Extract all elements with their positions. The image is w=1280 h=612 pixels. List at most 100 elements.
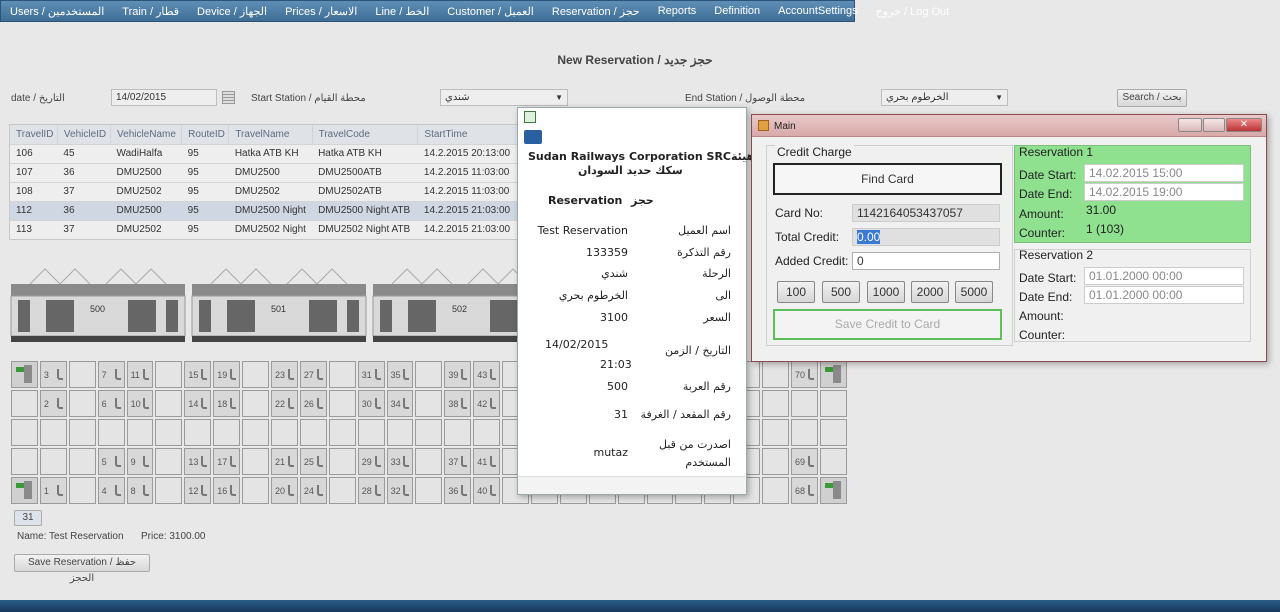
seat[interactable]: 27 [299,361,327,388]
menu-customer[interactable]: Customer / العميل [438,5,543,18]
seat[interactable]: 1 [39,477,67,504]
seat[interactable]: 29 [357,448,385,475]
seat[interactable]: 42 [473,390,501,417]
added-credit-field[interactable]: 0 [852,252,1000,270]
seat[interactable]: 20 [271,477,298,504]
empty-seat-slot [819,390,847,417]
seat[interactable]: 37 [444,448,472,475]
grid-header-travelid[interactable]: TravelID [10,125,58,144]
seat[interactable]: 32 [386,477,414,504]
seat[interactable]: 22 [271,390,298,417]
empty-seat-slot [415,390,443,417]
seat[interactable]: 5 [97,448,125,475]
seat[interactable]: 43 [473,361,501,388]
menu-reservation[interactable]: Reservation / حجز [543,5,649,18]
maximize-button[interactable] [1203,118,1225,132]
r1-date-start-field[interactable]: 14.02.2015 15:00 [1084,164,1244,182]
seat[interactable]: 10 [126,390,154,417]
menu-reports[interactable]: Reports [649,5,706,17]
save-credit-button[interactable]: Save Credit to Card [773,309,1002,340]
seat[interactable]: 33 [386,448,414,475]
grid-header-vehiclename[interactable]: VehicleName [110,125,183,144]
seat[interactable]: 35 [386,361,414,388]
amount-2000-button[interactable]: 2000 [911,281,949,303]
r2-date-start-field[interactable]: 01.01.2000 00:00 [1084,267,1244,285]
r1-date-end-field[interactable]: 14.02.2015 19:00 [1084,183,1244,201]
amount-5000-button[interactable]: 5000 [955,281,993,303]
seat[interactable]: 31 [357,361,385,388]
seat[interactable]: 68 [791,477,818,504]
seat[interactable]: 13 [184,448,212,475]
seat[interactable]: 24 [299,477,327,504]
seat[interactable]: 34 [386,390,414,417]
seat[interactable]: 28 [357,477,385,504]
ticket-time: 21:03 [600,358,632,371]
seat[interactable]: 69 [791,448,818,475]
menu-account-settings[interactable]: AccountSettings [769,5,867,17]
seat[interactable]: 39 [444,361,472,388]
seat[interactable]: 25 [299,448,327,475]
menu-users[interactable]: Users / المستخدمين [1,5,113,18]
table-row[interactable]: 107 36 DMU2500 95 DMU2500 DMU2500ATB 14.2.2015… [10,162,518,182]
grid-header-travelcode[interactable]: TravelCode [312,125,419,144]
r2-date-end-field[interactable]: 01.01.2000 00:00 [1084,286,1244,304]
search-button[interactable]: Search / بحث [1117,89,1187,107]
seat[interactable]: 15 [184,361,212,388]
seat[interactable]: 12 [184,477,212,504]
seat[interactable]: 23 [271,361,298,388]
seat[interactable]: 26 [299,390,327,417]
find-card-button[interactable]: Find Card [773,163,1002,195]
ticket-car-value: 500 [607,380,628,393]
save-reservation-button[interactable]: Save Reservation / حفظ الحجز [14,554,150,584]
grid-header-vehicleid[interactable]: VehicleID [57,125,112,144]
end-station-select[interactable]: الخرطوم بحري ▼ [881,89,1008,106]
seat[interactable]: 11 [126,361,154,388]
seat[interactable]: 4 [97,477,125,504]
seat[interactable]: 41 [473,448,501,475]
seat[interactable]: 9 [126,448,154,475]
seat[interactable]: 3 [39,361,67,388]
seat[interactable]: 6 [97,390,125,417]
seat[interactable]: 30 [357,390,385,417]
seat[interactable]: 70 [791,361,818,388]
seat[interactable]: 8 [126,477,154,504]
amount-100-button[interactable]: 100 [777,281,815,303]
seat[interactable]: 40 [473,477,501,504]
seat[interactable]: 2 [39,390,67,417]
close-button[interactable]: ✕ [1226,118,1262,132]
grid-header-routeid[interactable]: RouteID [181,125,230,144]
seat[interactable]: 14 [184,390,212,417]
seat[interactable]: 36 [444,477,472,504]
seat[interactable]: 7 [97,361,125,388]
printer-icon[interactable] [524,130,542,144]
minimize-button[interactable] [1178,118,1202,132]
grid-header-starttime[interactable]: StartTime [417,125,518,144]
menu-line[interactable]: Line / الخط [366,5,438,18]
menu-definition[interactable]: Definition [705,5,769,17]
menu-train[interactable]: Train / قطار [113,5,188,18]
seat[interactable]: 21 [271,448,298,475]
menu-prices[interactable]: Prices / الاسعار [276,5,366,18]
card-no-field[interactable]: 1142164053437057 [852,204,1000,222]
start-station-select[interactable]: شندي ▼ [440,89,568,106]
seat[interactable]: 38 [444,390,472,417]
train-car[interactable]: 501 [191,264,367,350]
table-row[interactable]: 106 45 WadiHalfa 95 Hatka ATB KH Hatka ATB KH… [10,143,518,163]
table-cell: Hatka ATB KH [228,143,313,163]
amount-1000-button[interactable]: 1000 [867,281,905,303]
seat[interactable]: 19 [213,361,241,388]
table-row[interactable]: 108 37 DMU2502 95 DMU2502 DMU2502ATB 14.2.2015… [10,181,518,201]
grid-header-travelname[interactable]: TravelName [228,125,313,144]
table-row[interactable]: 113 37 DMU2502 95 DMU2502 Night DMU2502 Night… [10,219,518,239]
train-car[interactable]: 500 [10,264,186,350]
seat[interactable]: 17 [213,448,241,475]
total-credit-field[interactable]: 0.00 [852,228,1000,246]
table-row[interactable]: 112 36 DMU2500 95 DMU2500 Night DMU2500 Night… [10,200,518,220]
calendar-icon[interactable] [222,91,235,104]
date-input[interactable]: 14/02/2015 [111,89,217,106]
seat[interactable]: 16 [213,477,241,504]
seat[interactable]: 18 [213,390,241,417]
menu-device[interactable]: Device / الجهاز [188,5,276,18]
menu-logout[interactable]: خروج / Log Out [867,5,959,18]
amount-500-button[interactable]: 500 [822,281,860,303]
